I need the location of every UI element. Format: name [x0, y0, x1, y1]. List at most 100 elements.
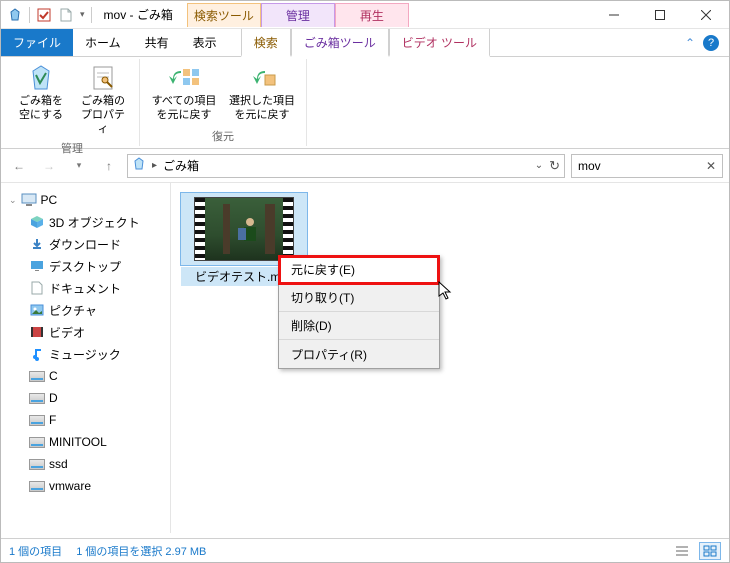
document-icon [29, 280, 45, 296]
tree-item-desktop[interactable]: デスクトップ [3, 255, 168, 277]
help-icon[interactable]: ? [703, 35, 719, 51]
address-bar-row: ← → ▾ ↑ ▸ ごみ箱 ⌄ ↻ ✕ [1, 149, 729, 183]
tree-label: F [49, 413, 56, 427]
tree-item-pc[interactable]: ⌄ PC [3, 189, 168, 211]
search-box[interactable]: ✕ [571, 154, 723, 178]
drive-icon [29, 390, 45, 406]
status-bar: 1 個の項目 1 個の項目を選択 2.97 MB [1, 538, 729, 562]
video-thumbnail [194, 197, 294, 261]
checkbox-icon[interactable] [36, 7, 52, 23]
contextual-tab-manage[interactable]: 管理 [261, 3, 335, 27]
context-menu-restore[interactable]: 元に戻す(E) [279, 256, 439, 284]
tree-label: デスクトップ [49, 258, 121, 275]
tree-item-videos[interactable]: ビデオ [3, 321, 168, 343]
details-view-button[interactable] [671, 542, 693, 560]
document-icon[interactable] [58, 7, 74, 23]
drive-icon [29, 456, 45, 472]
tree-label: PC [41, 193, 58, 207]
empty-recycle-bin-button[interactable]: ごみ箱を 空にする [11, 59, 71, 138]
tree-label: D [49, 391, 58, 405]
tree-item-3d-objects[interactable]: 3D オブジェクト [3, 211, 168, 233]
clear-search-icon[interactable]: ✕ [706, 159, 716, 173]
breadcrumb[interactable]: ごみ箱 [163, 157, 199, 174]
ribbon-group-restore: すべての項目 を元に戻す 選択した項目 を元に戻す 復元 [140, 59, 307, 146]
tree-item-drive-c[interactable]: C [3, 365, 168, 387]
refresh-icon[interactable]: ↻ [549, 158, 560, 174]
tab-view[interactable]: 表示 [181, 29, 229, 56]
restore-selected-button[interactable]: 選択した項目 を元に戻す [224, 59, 300, 126]
chevron-right-icon[interactable]: ▸ [152, 160, 157, 171]
ribbon-body: ごみ箱を 空にする ごみ箱の プロパティ 管理 すべての項目 を元に戻す 選択し… [1, 57, 729, 149]
tab-file[interactable]: ファイル [1, 29, 73, 56]
tab-video-tools[interactable]: ビデオ ツール [389, 29, 490, 57]
ribbon-group-label-restore: 復元 [212, 126, 234, 146]
close-button[interactable] [683, 2, 729, 28]
tree-item-drive-vmware[interactable]: vmware [3, 475, 168, 497]
status-item-count: 1 個の項目 [9, 543, 62, 559]
context-menu-cut[interactable]: 切り取り(T) [279, 284, 439, 312]
tree-label: ビデオ [49, 324, 85, 341]
download-icon [29, 236, 45, 252]
up-button[interactable]: ↑ [97, 154, 121, 178]
tree-item-downloads[interactable]: ダウンロード [3, 233, 168, 255]
drive-icon [29, 478, 45, 494]
pc-icon [21, 192, 37, 208]
tree-item-music[interactable]: ミュージック [3, 343, 168, 365]
drive-icon [29, 412, 45, 428]
search-input[interactable] [578, 159, 716, 173]
address-bar[interactable]: ▸ ごみ箱 ⌄ ↻ [127, 154, 565, 178]
thumbnails-view-button[interactable] [699, 542, 721, 560]
contextual-tab-search[interactable]: 検索ツール [187, 3, 261, 27]
ribbon-group-manage: ごみ箱を 空にする ごみ箱の プロパティ 管理 [5, 59, 140, 146]
tree-label: ドキュメント [49, 280, 121, 297]
address-dropdown-icon[interactable]: ⌄ [535, 160, 543, 171]
drive-icon [29, 368, 45, 384]
tree-label: ミュージック [49, 346, 121, 363]
restore-all-button[interactable]: すべての項目 を元に戻す [146, 59, 222, 126]
tree-label: vmware [49, 479, 91, 493]
recycle-bin-properties-button[interactable]: ごみ箱の プロパティ [73, 59, 133, 138]
recycle-bin-icon[interactable] [7, 7, 23, 23]
tree-item-documents[interactable]: ドキュメント [3, 277, 168, 299]
tree-label: ダウンロード [49, 236, 121, 253]
tab-search-tools[interactable]: 検索 [241, 29, 291, 57]
maximize-button[interactable] [637, 2, 683, 28]
tree-label: 3D オブジェクト [49, 214, 140, 231]
context-menu-delete[interactable]: 削除(D) [279, 312, 439, 340]
desktop-icon [29, 258, 45, 274]
forward-button[interactable]: → [37, 154, 61, 178]
cube-icon [29, 214, 45, 230]
minimize-button[interactable] [591, 2, 637, 28]
recycle-bin-icon [132, 157, 146, 174]
quick-access-toolbar: ▾ mov - ごみ箱 [1, 6, 173, 23]
qat-dropdown-icon[interactable]: ▾ [80, 9, 85, 20]
tree-label: C [49, 369, 58, 383]
tab-recycle-bin-tools[interactable]: ごみ箱ツール [291, 29, 389, 57]
music-icon [29, 346, 45, 362]
tab-share[interactable]: 共有 [133, 29, 181, 56]
tab-home[interactable]: ホーム [73, 29, 133, 56]
collapse-ribbon-icon[interactable]: ⌃ [685, 36, 695, 50]
context-menu-properties[interactable]: プロパティ(R) [279, 340, 439, 368]
tree-label: MINITOOL [49, 435, 107, 449]
navigation-pane[interactable]: ⌄ PC 3D オブジェクト ダウンロード デスクトップ ドキュメント ピクチャ… [1, 183, 171, 533]
video-icon [29, 324, 45, 340]
content-pane[interactable]: ビデオテスト.mov [171, 183, 729, 533]
tree-label: ピクチャ [49, 302, 97, 319]
context-menu: 元に戻す(E) 切り取り(T) 削除(D) プロパティ(R) [278, 255, 440, 369]
back-button[interactable]: ← [7, 154, 31, 178]
tree-item-drive-ssd[interactable]: ssd [3, 453, 168, 475]
contextual-tab-headers: 検索ツール 管理 再生 [187, 3, 409, 27]
tree-item-drive-d[interactable]: D [3, 387, 168, 409]
ribbon-tabs: ファイル ホーム 共有 表示 検索 ごみ箱ツール ビデオ ツール ⌃ ? [1, 29, 729, 57]
title-bar: ▾ mov - ごみ箱 検索ツール 管理 再生 [1, 1, 729, 29]
tree-item-pictures[interactable]: ピクチャ [3, 299, 168, 321]
drive-icon [29, 434, 45, 450]
tree-item-drive-f[interactable]: F [3, 409, 168, 431]
recent-locations-button[interactable]: ▾ [67, 154, 91, 178]
chevron-right-icon[interactable]: ⌄ [9, 195, 17, 206]
tree-item-drive-minitool[interactable]: MINITOOL [3, 431, 168, 453]
tree-label: ssd [49, 457, 68, 471]
contextual-tab-play[interactable]: 再生 [335, 3, 409, 27]
status-selection: 1 個の項目を選択 2.97 MB [76, 543, 206, 559]
